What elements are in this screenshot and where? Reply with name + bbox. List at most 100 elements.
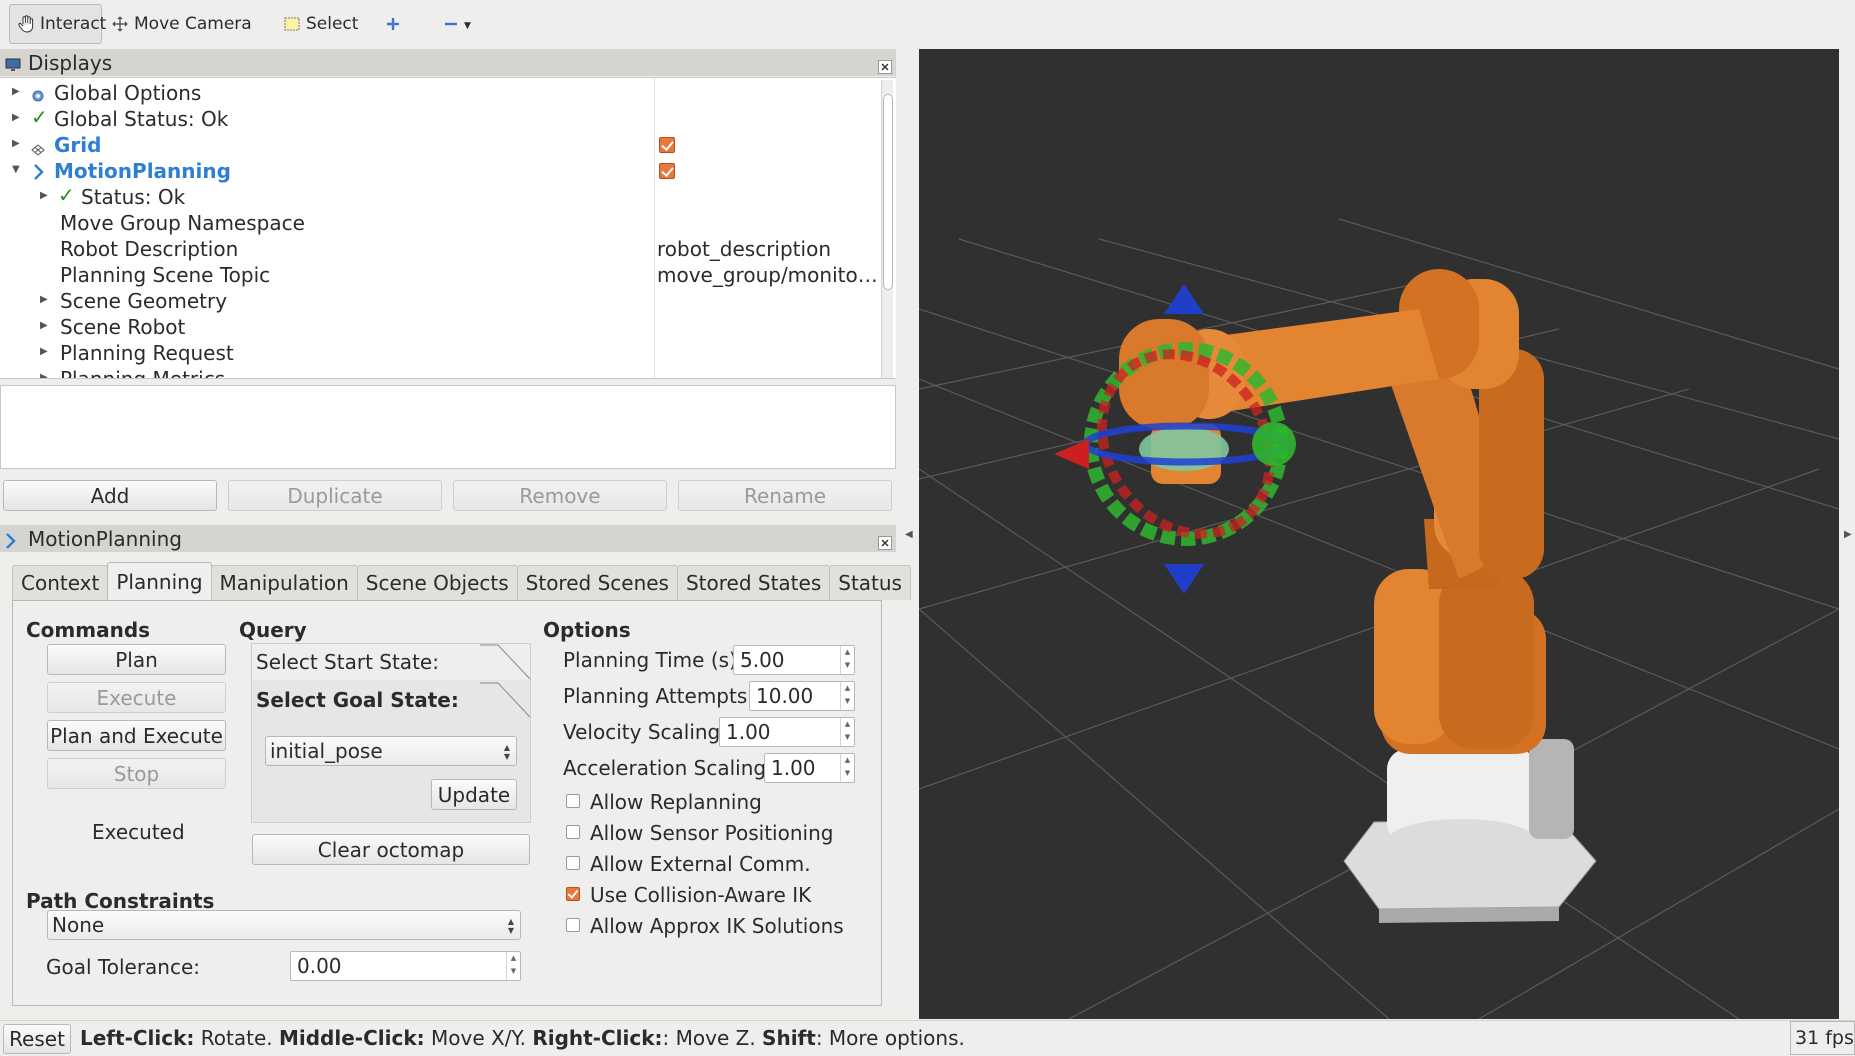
motion-planning-panel-header: MotionPlanning <box>0 525 896 552</box>
hint-key: Middle-Click: <box>278 1026 425 1050</box>
tree-row-planning-metrics[interactable]: ▶ Planning Metrics <box>0 366 880 378</box>
monitor-icon <box>5 54 21 78</box>
goal-tolerance-input[interactable]: 0.00 ▲ ▼ <box>290 951 521 981</box>
tab-scene-objects[interactable]: Scene Objects <box>356 565 518 600</box>
allow-replanning-checkbox[interactable] <box>566 794 580 808</box>
move-camera-tool-button[interactable]: Move Camera <box>104 4 260 44</box>
remove-display-button[interactable]: Remove <box>453 480 667 511</box>
acceleration-scaling-input[interactable]: 1.00 ▲ ▼ <box>764 753 855 783</box>
tab-context[interactable]: Context <box>12 565 109 600</box>
motion-planning-title: MotionPlanning <box>28 526 182 551</box>
select-label: Select <box>306 14 359 34</box>
tree-row-status[interactable]: ▶ ✓ Status: Ok <box>0 183 880 210</box>
allow-approx-ik-checkbox[interactable] <box>566 918 580 932</box>
expand-arrow-icon[interactable]: ▶ <box>40 294 48 305</box>
tree-value[interactable]: move_group/monito… <box>657 263 878 287</box>
tree-label: MotionPlanning <box>54 159 231 183</box>
select-goal-state-tab[interactable]: Select Goal State: <box>252 682 530 718</box>
stop-button[interactable]: Stop <box>47 758 226 789</box>
goal-state-select[interactable]: initial_pose ▲ ▼ <box>265 736 517 766</box>
3d-viewport[interactable] <box>919 49 1839 1019</box>
close-icon[interactable] <box>878 531 892 550</box>
tree-row-planning-request[interactable]: ▶ Planning Request <box>0 340 880 366</box>
rviz-window: Interact Move Camera Select ▼ Displays ▶… <box>0 0 1855 1056</box>
collapse-left-arrow-icon[interactable]: ◀ <box>905 529 913 540</box>
expand-arrow-icon[interactable]: ▶ <box>40 346 48 357</box>
select-box-icon <box>284 17 300 31</box>
options-title: Options <box>543 618 631 642</box>
spin-arrows-icon[interactable]: ▲ ▼ <box>840 682 854 710</box>
plan-button[interactable]: Plan <box>47 644 226 675</box>
interact-tool-button[interactable]: Interact <box>9 4 106 44</box>
acceleration-scaling-value: 1.00 <box>771 756 816 780</box>
duplicate-display-button[interactable]: Duplicate <box>228 480 442 511</box>
tree-row-robot-description[interactable]: Robot Description robot_description <box>0 236 880 262</box>
velocity-scaling-value: 1.00 <box>726 720 771 744</box>
select-tool-button[interactable]: Select <box>276 4 366 44</box>
motion-planning-enabled-checkbox[interactable] <box>659 163 675 179</box>
spin-arrows-icon[interactable]: ▲ ▼ <box>840 718 854 746</box>
mouse-hint-text: Left-Click: Rotate. Middle-Click: Move X… <box>80 1026 965 1050</box>
tree-row-motion-planning[interactable]: ▼ MotionPlanning <box>0 158 880 184</box>
add-tool-button[interactable] <box>378 4 408 44</box>
close-icon[interactable] <box>878 55 892 74</box>
tab-planning[interactable]: Planning <box>107 562 212 600</box>
tree-value[interactable]: robot_description <box>657 237 831 261</box>
grid-enabled-checkbox[interactable] <box>659 137 675 153</box>
collapse-arrow-icon[interactable]: ▼ <box>12 164 20 175</box>
minus-icon <box>444 17 458 31</box>
tree-row-move-group-namespace[interactable]: Move Group Namespace <box>0 210 880 236</box>
tree-row-scene-geometry[interactable]: ▶ Scene Geometry <box>0 288 880 314</box>
velocity-scaling-label: Velocity Scaling: <box>563 720 727 744</box>
planning-attempts-input[interactable]: 10.00 ▲ ▼ <box>749 681 855 711</box>
start-state-label: Select Start State: <box>256 650 439 674</box>
velocity-scaling-input[interactable]: 1.00 ▲ ▼ <box>719 717 855 747</box>
tab-stored-states[interactable]: Stored States <box>676 565 831 600</box>
path-constraints-select[interactable]: None ▲ ▼ <box>47 910 521 940</box>
plan-and-execute-button[interactable]: Plan and Execute <box>47 720 226 751</box>
rename-display-button[interactable]: Rename <box>678 480 892 511</box>
display-description-area <box>0 385 896 469</box>
motion-planning-tabs: Context Planning Manipulation Scene Obje… <box>12 562 911 601</box>
tree-label: Scene Geometry <box>60 289 228 313</box>
tree-row-global-status[interactable]: ▶ ✓ Global Status: Ok <box>0 105 880 132</box>
tree-scrollbar[interactable] <box>881 80 893 378</box>
move-camera-icon <box>112 16 128 32</box>
goal-state-value: initial_pose <box>270 739 383 763</box>
scrollbar-thumb[interactable] <box>883 94 893 290</box>
tree-row-planning-scene-topic[interactable]: Planning Scene Topic move_group/monito… <box>0 262 880 288</box>
tree-label: Scene Robot <box>60 315 186 339</box>
allow-sensor-positioning-checkbox[interactable] <box>566 825 580 839</box>
expand-arrow-icon[interactable]: ▶ <box>12 86 20 97</box>
execute-button[interactable]: Execute <box>47 682 226 713</box>
expand-arrow-icon[interactable]: ▶ <box>40 372 48 378</box>
spin-arrows-icon[interactable]: ▲ ▼ <box>840 646 854 674</box>
clear-octomap-button[interactable]: Clear octomap <box>252 834 530 865</box>
collapse-right-arrow-icon[interactable]: ▶ <box>1844 529 1852 540</box>
remove-tool-button[interactable]: ▼ <box>436 4 479 44</box>
tab-manipulation[interactable]: Manipulation <box>210 565 358 600</box>
tree-row-grid[interactable]: ▶ Grid <box>0 132 880 158</box>
expand-arrow-icon[interactable]: ▶ <box>40 190 48 201</box>
interact-label: Interact <box>40 14 107 34</box>
hint-text: : Move Z. <box>662 1026 763 1050</box>
checkmark-icon: ✓ <box>58 183 75 207</box>
planning-time-input[interactable]: 5.00 ▲ ▼ <box>733 645 855 675</box>
update-button[interactable]: Update <box>431 779 517 810</box>
add-display-button[interactable]: Add <box>3 480 217 511</box>
use-collision-aware-ik-checkbox[interactable] <box>566 887 580 901</box>
tree-row-scene-robot[interactable]: ▶ Scene Robot <box>0 314 880 340</box>
status-bar: Reset Left-Click: Rotate. Middle-Click: … <box>0 1020 1855 1056</box>
expand-arrow-icon[interactable]: ▶ <box>40 320 48 331</box>
tree-row-global-options[interactable]: ▶ Global Options <box>0 80 880 106</box>
spin-arrows-icon[interactable]: ▲ ▼ <box>506 952 520 980</box>
tab-status[interactable]: Status <box>829 565 911 600</box>
spin-arrows-icon[interactable]: ▲ ▼ <box>840 754 854 782</box>
allow-external-comm-checkbox[interactable] <box>566 856 580 870</box>
tab-stored-scenes[interactable]: Stored Scenes <box>516 565 678 600</box>
reset-button[interactable]: Reset <box>3 1024 71 1054</box>
planning-attempts-label: Planning Attempts: <box>563 684 755 708</box>
expand-arrow-icon[interactable]: ▶ <box>12 138 20 149</box>
tree-label: Move Group Namespace <box>60 211 305 235</box>
expand-arrow-icon[interactable]: ▶ <box>12 112 20 123</box>
